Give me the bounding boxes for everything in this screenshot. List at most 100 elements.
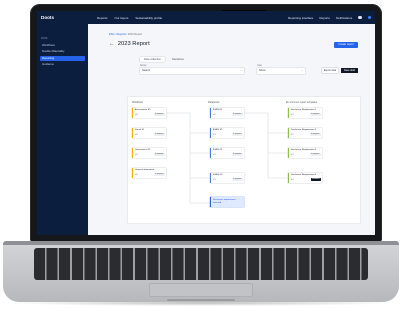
highlighted-requirement-card[interactable]: Disclosure requirement selected	[210, 197, 244, 207]
datapoint-card-s1[interactable]: ESRS S1 ⋮ 0/4 In progress	[210, 128, 244, 138]
workflow-card-governance[interactable]: Governance G1 ⋮ 0/3 In progress	[132, 148, 166, 158]
card-title: Disclosure Requirement 2	[291, 129, 317, 132]
sidebar: DATA Workflows Double Materiality Report…	[37, 24, 88, 235]
more-options-icon[interactable]: ⋮	[162, 169, 164, 172]
datapoint-card-g2[interactable]: ESRS G2 ⋮ 0/1 In progress	[210, 173, 244, 183]
export-data-button[interactable]: Export data	[322, 68, 338, 73]
top-bar: Doots Reports Our layers Sustainability …	[37, 11, 375, 24]
card-progress: 0/8	[135, 113, 138, 116]
help-icon[interactable]	[358, 16, 362, 20]
app-logo[interactable]: Doots	[41, 15, 54, 20]
filter-label-scope: Scope	[140, 65, 147, 67]
nav-item-reports-right[interactable]: Reports	[319, 16, 330, 20]
card-progress: 0/1	[291, 178, 294, 181]
user-icon[interactable]	[367, 16, 371, 20]
status-badge: In progress	[310, 113, 321, 116]
tab-data-collection[interactable]: Data collection	[140, 57, 166, 62]
nav-item-reports[interactable]: Reports	[97, 16, 108, 20]
status-badge: In progress	[154, 113, 165, 116]
back-arrow-icon[interactable]: ←	[109, 41, 115, 47]
status-badge: In progress	[310, 133, 321, 136]
more-options-icon[interactable]: ⋮	[240, 174, 242, 177]
sidebar-item-reporting[interactable]: Reporting	[40, 55, 85, 62]
sidebar-item-double-materiality[interactable]: Double Materiality	[40, 49, 85, 55]
base-notch	[167, 299, 235, 301]
card-progress: 0/2	[213, 113, 216, 116]
laptop-screen: Doots Reports Our layers Sustainability …	[37, 11, 375, 235]
nav-item-layers[interactable]: Our layers	[115, 16, 129, 20]
top-nav: Reports Our layers Sustainability profil…	[97, 16, 162, 20]
trackpad	[149, 283, 253, 297]
card-progress: 0/2	[291, 133, 294, 136]
nav-item-notifications[interactable]: Notifications	[336, 16, 352, 20]
create-report-button[interactable]: Create report	[334, 42, 358, 48]
card-title: General information	[135, 169, 155, 172]
card-title: Governance G1	[135, 149, 151, 152]
page-title: ← 2023 Report	[109, 41, 150, 47]
sidebar-section-label: DATA	[41, 37, 48, 40]
card-progress: 0/3	[135, 153, 138, 156]
year-select[interactable]: Show ⌄	[257, 68, 305, 74]
datapoint-card-g1[interactable]: ESRS G1 ⋮ 0/3 In progress	[210, 148, 244, 158]
card-title: Disclosure Requirement 1	[291, 109, 317, 112]
more-options-icon[interactable]: ⋮	[318, 129, 320, 132]
breadcrumb-current: 2023 Report	[127, 33, 143, 36]
workflow-card-environment[interactable]: Environment E1 ⋮ 0/8 In progress	[132, 108, 166, 118]
more-options-icon[interactable]: ⋮	[318, 109, 320, 112]
status-badge: In progress	[232, 113, 243, 116]
datapoint-card-e1[interactable]: ESRS E1 ⋮ 0/2 In progress	[210, 108, 244, 118]
card-progress: 0/1	[291, 153, 294, 156]
card-progress: 0/4	[135, 133, 138, 136]
card-title: Disclosure Requirement 3	[291, 149, 317, 152]
card-title: Environment E1	[135, 109, 151, 112]
more-options-icon[interactable]: ⋮	[162, 149, 164, 152]
more-options-icon[interactable]: ⋮	[162, 109, 164, 112]
card-title: ESRS E1	[213, 109, 223, 112]
status-badge: In progress	[154, 173, 165, 176]
tab-narratives[interactable]: Narratives	[168, 57, 188, 62]
workflow-card-general[interactable]: General information ⋮ 0/6 In progress	[132, 168, 166, 178]
scope-select[interactable]: Search ⌄	[140, 68, 244, 74]
hinge	[3, 241, 399, 245]
more-options-icon[interactable]: ⋮	[240, 149, 242, 152]
year-select-value: Show	[259, 69, 266, 72]
card-progress: 0/3	[213, 153, 216, 156]
template-card-3[interactable]: Disclosure Requirement 3 ⋮ 0/1 In progre…	[288, 148, 322, 158]
more-options-icon[interactable]: ⋮	[318, 174, 320, 177]
card-title: ESRS G2	[213, 174, 223, 177]
template-card-1[interactable]: Disclosure Requirement 1 ⋮ 0/1 In progre…	[288, 108, 322, 118]
filter-label-year: Year	[257, 65, 262, 67]
more-options-icon[interactable]: ⋮	[240, 109, 242, 112]
nav-item-reporting-interface[interactable]: Reporting interface	[288, 16, 313, 20]
card-title: ESRS G1	[213, 149, 223, 152]
chevron-down-icon: ⌄	[300, 69, 303, 72]
save-draft-button[interactable]: Save draft	[341, 68, 358, 73]
template-card-4[interactable]: Disclosure Requirement 4 ⋮ 0/1 Submitted	[288, 173, 322, 183]
card-title: Social S1	[135, 129, 145, 132]
chevron-down-icon: ⌄	[239, 69, 242, 72]
status-badge: In progress	[310, 153, 321, 156]
card-title: ESRS S1	[213, 129, 223, 132]
status-badge: In progress	[232, 133, 243, 136]
main-content: ESG / Reports / 2023 Report ← 2023 Report…	[88, 24, 375, 235]
workflow-card-social[interactable]: Social S1 ⋮ 0/4 In progress	[132, 128, 166, 138]
breadcrumb-esg[interactable]: ESG	[109, 33, 114, 36]
more-options-icon[interactable]: ⋮	[162, 129, 164, 132]
status-badge: Submitted	[310, 178, 321, 181]
laptop-base	[3, 241, 399, 302]
top-right-nav: Reporting interface Reports Notification…	[288, 16, 371, 20]
page-title-text: 2023 Report	[117, 41, 150, 47]
sidebar-item-guidance[interactable]: Guidance	[40, 62, 85, 68]
card-progress: 0/4	[213, 133, 216, 136]
card-title: Disclosure Requirement 4	[291, 174, 317, 177]
more-options-icon[interactable]: ⋮	[318, 149, 320, 152]
more-options-icon[interactable]: ⋮	[240, 129, 242, 132]
keyboard	[34, 248, 368, 280]
status-badge: In progress	[154, 133, 165, 136]
nav-item-sustainability[interactable]: Sustainability profile	[135, 16, 162, 20]
scope-select-value: Search	[142, 69, 151, 72]
status-badge: In progress	[232, 178, 243, 181]
template-card-2[interactable]: Disclosure Requirement 2 ⋮ 0/2 In progre…	[288, 128, 322, 138]
sidebar-item-workflows[interactable]: Workflows	[40, 43, 85, 49]
breadcrumb-reports[interactable]: Reports	[117, 33, 126, 36]
